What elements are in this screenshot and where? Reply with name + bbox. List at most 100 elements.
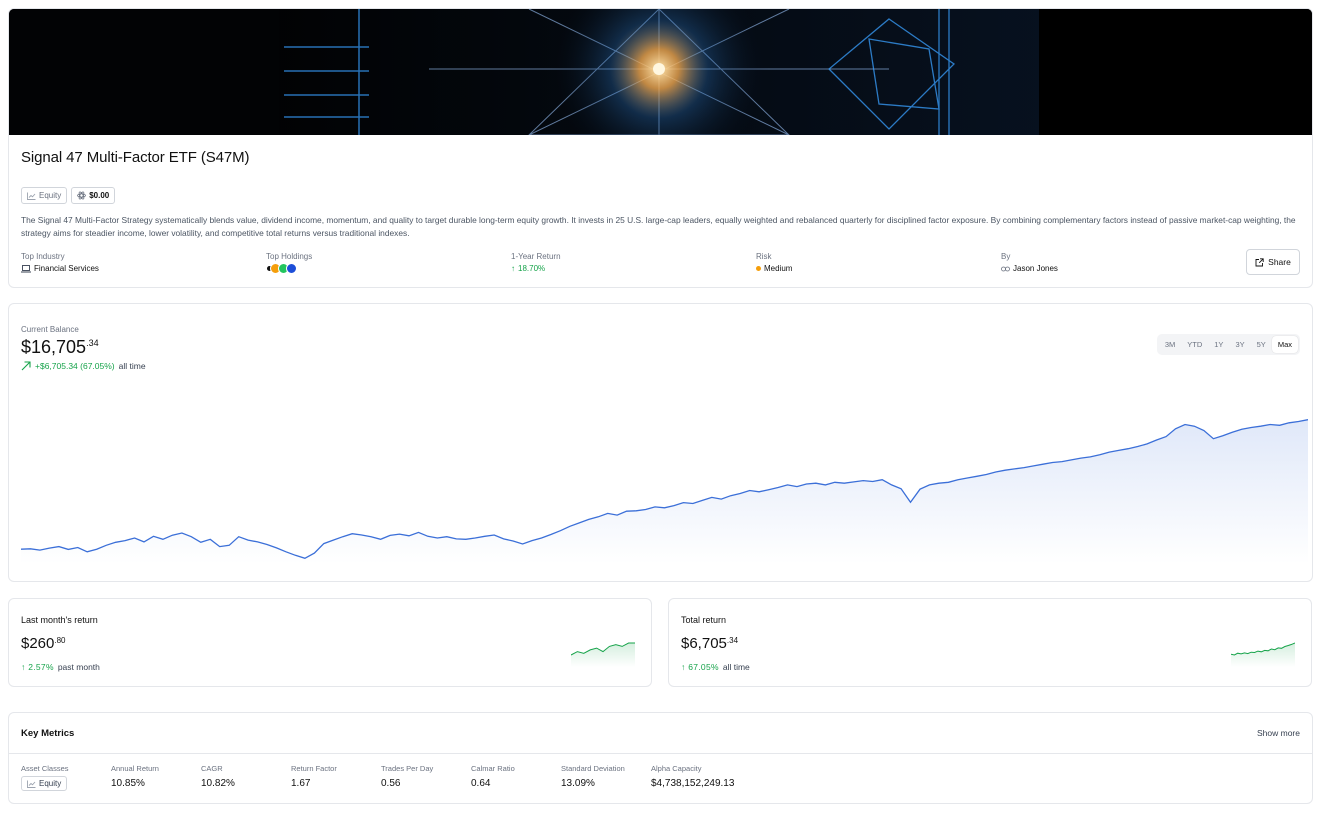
trend-up-icon [21,361,31,371]
last-month-change-value: ↑ 2.57% [21,662,54,672]
asset-class-badge: Equity [21,187,68,204]
stat-label: Top Holdings [266,252,313,261]
metric-label: Annual Return [111,764,159,773]
stat-value: Jason Jones [1001,264,1058,273]
range-tab-5y[interactable]: 5Y [1251,336,1272,353]
metric-value: 10.82% [201,778,235,789]
range-tab-1y[interactable]: 1Y [1208,336,1229,353]
last-month-change-pct: 2.57% [28,662,54,672]
range-tab-ytd[interactable]: YTD [1181,336,1208,353]
metric-label: Trades Per Day [381,764,434,773]
metric-trades-per-day: Trades Per Day 0.56 [381,764,433,789]
asset-class-badge: Equity [21,776,68,791]
external-link-icon [1255,257,1264,266]
metric-value: $4,738,152,249.13 [651,778,735,789]
last-month-dollars: $260 [21,635,55,652]
author-value[interactable]: Jason Jones [1013,264,1058,273]
share-label: Share [1268,257,1291,267]
stat-one-year-return: 1-Year Return ↑ 18.70% [511,252,561,273]
balance-cents: .34 [86,338,99,348]
stat-top-industry: Top Industry Financial Services [21,252,99,273]
strategy-title: Signal 47 Multi-Factor ETF (S47M) [21,149,250,166]
last-month-return-card: Last month's return $260.80 ↑ 2.57% past… [8,598,652,687]
asset-class-label: Equity [39,191,62,200]
total-return-change-suffix: all time [722,662,750,672]
risk-dot-icon [756,266,761,271]
metric-label: Calmar Ratio [471,764,515,773]
key-metrics-card: Key Metrics Show more Asset Classes Equit… [8,712,1313,804]
total-return-card: Total return $6,705.34 ↑ 67.05% all time [668,598,1312,687]
balance-change-value: +$6,705.34 (67.05%) [35,361,115,371]
total-return-cents: .34 [726,636,739,645]
link-icon [1001,266,1010,271]
stat-risk: Risk Medium [756,252,792,273]
chart-line-icon [27,780,36,788]
metric-calmar-ratio: Calmar Ratio 0.64 [471,764,515,789]
divider [9,753,1312,754]
metric-return-factor: Return Factor 1.67 [291,764,337,789]
current-balance-label: Current Balance [21,325,79,334]
metric-value: 1.67 [291,778,311,789]
top-industry-value: Financial Services [34,264,99,273]
metric-asset-classes: Asset Classes Equity [21,764,69,791]
stat-value: Medium [756,264,792,273]
time-range-selector: 3M YTD 1Y 3Y 5Y Max [1156,334,1300,355]
total-return-change: ↑ 67.05% all time [681,662,750,672]
metric-cagr: CAGR 10.82% [201,764,235,789]
total-return-change-value: ↑ 67.05% [681,662,719,672]
strategy-description: The Signal 47 Multi-Factor Strategy syst… [21,215,1296,238]
risk-value: Medium [764,264,793,273]
metric-value: 0.64 [471,778,491,789]
balance-dollars: $16,705 [21,337,87,357]
metric-standard-deviation: Standard Deviation 13.09% [561,764,625,789]
top-holdings-logos[interactable] [266,263,312,274]
total-return-sparkline [1231,642,1295,667]
balance-change-suffix: all time [118,361,146,371]
stat-label: By [1001,252,1011,261]
balance-change: +$6,705.34 (67.05%) all time [21,361,146,371]
metric-value: Equity [39,779,62,788]
strategy-card: Signal 47 Multi-Factor ETF (S47M) Equity… [8,8,1313,288]
metric-label: Return Factor [291,764,337,773]
stat-author: By Jason Jones [1001,252,1058,273]
total-return-change-pct: 67.05% [688,662,719,672]
last-month-sparkline-area [571,643,635,667]
last-month-change-suffix: past month [57,662,100,672]
laptop-icon [21,264,31,272]
stat-value: ↑ 18.70% [511,264,561,273]
one-year-return-value: 18.70% [518,264,546,273]
strategy-badges: Equity $0.00 [21,187,116,204]
last-month-sparkline [571,642,635,667]
balance-card: Current Balance $16,705.34 +$6,705.34 (6… [8,303,1313,582]
stat-label: Risk [756,252,772,261]
range-tab-max[interactable]: Max [1271,336,1298,353]
total-return-dollars: $6,705 [681,635,727,652]
last-month-return-value: $260.80 [21,635,66,652]
price-badge: $0.00 [71,187,116,204]
last-month-cents: .80 [54,636,66,645]
arrow-up-icon: ↑ [511,264,515,273]
metric-label: Alpha Capacity [651,764,702,773]
stat-label: Top Industry [21,252,65,261]
chart-line-icon [27,192,36,200]
metric-value: 13.09% [561,778,595,789]
strategy-banner-image [9,9,1312,135]
total-return-label: Total return [681,615,727,625]
key-metrics-title: Key Metrics [21,728,75,739]
stat-top-holdings: Top Holdings [266,252,312,274]
metric-label: Asset Classes [21,764,69,773]
range-tab-3y[interactable]: 3Y [1229,336,1250,353]
metric-value: 0.56 [381,778,401,789]
share-button[interactable]: Share [1246,249,1300,275]
metric-alpha-capacity: Alpha Capacity $4,738,152,249.13 [651,764,734,789]
range-tab-3m[interactable]: 3M [1159,336,1181,353]
show-more-link[interactable]: Show more [1257,728,1300,738]
total-return-value: $6,705.34 [681,635,738,652]
current-balance-value: $16,705.34 [21,337,99,358]
atom-icon [77,191,87,200]
price-label: $0.00 [89,191,110,200]
metric-label: CAGR [201,764,223,773]
holding-logo-icon[interactable] [286,263,297,274]
balance-chart[interactable] [21,392,1308,564]
stat-value: Financial Services [21,264,99,273]
